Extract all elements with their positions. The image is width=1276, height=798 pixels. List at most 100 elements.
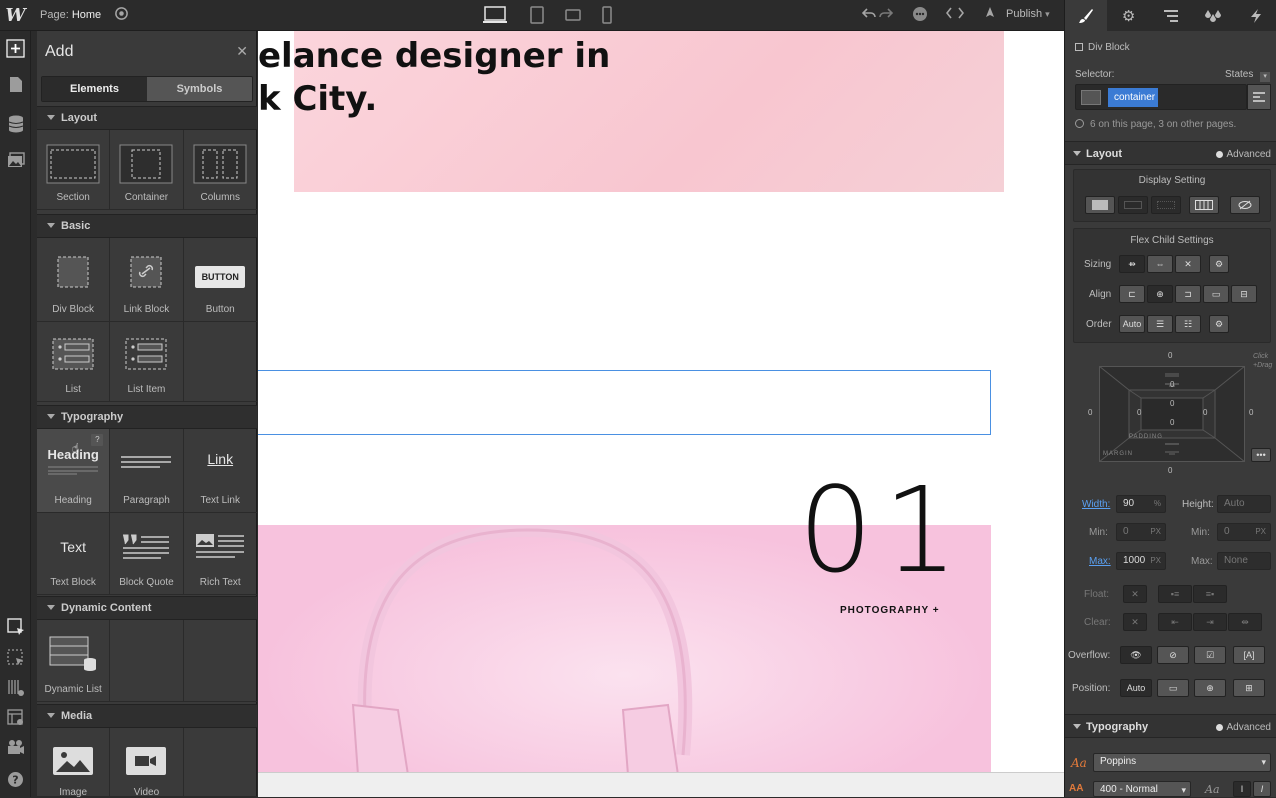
margin-right-value[interactable]: 0	[1249, 408, 1253, 417]
width-input[interactable]: 90%	[1116, 495, 1166, 513]
element-dynamic-list[interactable]: Dynamic List	[37, 620, 111, 702]
x-ray-outline-icon[interactable]	[6, 649, 25, 668]
width-label[interactable]: Width:	[1082, 499, 1110, 510]
states-dropdown[interactable]: States ▾	[1225, 69, 1271, 82]
preview-box-icon[interactable]	[6, 709, 25, 728]
mobile-landscape-icon[interactable]	[565, 9, 581, 24]
element-container[interactable]: Container	[110, 130, 184, 210]
element-list-item[interactable]: List Item	[110, 322, 184, 402]
max-width-input[interactable]: 1000 PX	[1116, 552, 1166, 570]
position-auto-button[interactable]: Auto	[1120, 679, 1152, 697]
position-fixed-icon[interactable]: ⊞	[1233, 679, 1265, 697]
video-tutorials-icon[interactable]	[6, 739, 25, 758]
align-stretch-button[interactable]: ▭	[1203, 285, 1229, 303]
navigator-icon[interactable]	[1150, 0, 1192, 31]
guides-icon[interactable]	[6, 679, 25, 698]
mobile-portrait-icon[interactable]	[602, 6, 612, 27]
element-list[interactable]: List	[37, 322, 111, 402]
design-canvas[interactable]: elance designer in k City. 01 PHOTOGRAPH…	[258, 31, 1064, 797]
margin-bottom-value[interactable]: 0	[1168, 466, 1172, 475]
element-section[interactable]: Section	[37, 130, 111, 210]
typography-section-header[interactable]: Typography Advanced	[1065, 714, 1276, 738]
height-input[interactable]: Auto	[1217, 495, 1271, 513]
padding-top-value[interactable]: 0	[1170, 380, 1174, 389]
padding-left-value[interactable]: 0	[1137, 408, 1141, 417]
max-height-input[interactable]: None	[1217, 552, 1271, 570]
sizing-grow-button[interactable]: ⇔	[1147, 255, 1173, 273]
sizing-none-button[interactable]: ✕	[1175, 255, 1201, 273]
element-link-block[interactable]: Link Block	[110, 238, 184, 322]
sizing-custom-gear-icon[interactable]: ⚙	[1209, 255, 1229, 273]
typography-advanced-toggle[interactable]: Advanced	[1215, 722, 1271, 733]
help-badge[interactable]: ?	[91, 434, 104, 446]
order-last-button[interactable]: ☷	[1175, 315, 1201, 333]
element-image[interactable]: Image	[37, 728, 111, 798]
photography-label[interactable]: PHOTOGRAPHY +	[840, 605, 940, 616]
style-manager-drops-icon[interactable]	[1192, 0, 1234, 31]
close-icon[interactable]: ✕	[236, 43, 248, 60]
tab-elements[interactable]: Elements	[42, 77, 147, 101]
font-weight-select[interactable]: 400 - Normal ▾	[1093, 781, 1191, 797]
font-italic-button[interactable]: I	[1253, 781, 1271, 797]
overflow-hidden-icon[interactable]: ⊘	[1157, 646, 1189, 664]
align-end-button[interactable]: ⊐	[1175, 285, 1201, 303]
sizing-shrink-button[interactable]: ⇻	[1119, 255, 1145, 273]
hero-heading[interactable]: elance designer in k City.	[258, 35, 610, 121]
webflow-logo[interactable]: W	[0, 0, 31, 31]
cms-database-icon[interactable]	[6, 115, 25, 134]
select-element-icon[interactable]	[6, 618, 25, 637]
clear-right-button[interactable]: ⇥	[1193, 613, 1227, 631]
selector-menu-icon[interactable]	[1247, 84, 1271, 110]
add-panel-icon[interactable]	[6, 39, 25, 58]
display-flex-button[interactable]	[1189, 196, 1219, 214]
element-text-link[interactable]: Link Text Link	[183, 429, 257, 513]
undo-icon[interactable]	[861, 6, 876, 25]
section-media-header[interactable]: Media	[37, 704, 257, 728]
section-basic-header[interactable]: Basic	[37, 214, 257, 238]
layout-section-header[interactable]: Layout Advanced	[1065, 141, 1276, 165]
tablet-view-icon[interactable]	[530, 6, 544, 27]
min-height-input[interactable]: 0 PX	[1217, 523, 1271, 541]
order-first-button[interactable]: ☰	[1147, 315, 1173, 333]
more-options-icon[interactable]: •••	[1251, 448, 1271, 462]
selected-container-outline[interactable]	[258, 370, 991, 435]
max-width-label[interactable]: Max:	[1089, 556, 1111, 567]
element-div-block[interactable]: Div Block	[37, 238, 111, 322]
assets-images-icon[interactable]	[6, 152, 25, 171]
clear-both-button[interactable]: ⇹	[1228, 613, 1262, 631]
selector-field[interactable]: container	[1075, 84, 1247, 110]
comments-icon[interactable]	[912, 6, 928, 27]
tab-symbols[interactable]: Symbols	[147, 77, 252, 101]
section-number[interactable]: 01	[798, 461, 968, 599]
float-right-button[interactable]: ≡▪	[1193, 585, 1227, 603]
align-start-button[interactable]: ⊏	[1119, 285, 1145, 303]
font-normal-button[interactable]: I	[1233, 781, 1251, 797]
interactions-bolt-icon[interactable]	[1235, 0, 1276, 31]
overflow-visible-eye-icon[interactable]: 👁	[1120, 646, 1152, 664]
selector-class-chip[interactable]: container	[1108, 88, 1158, 107]
code-icon[interactable]	[945, 6, 965, 25]
overflow-auto-icon[interactable]: [A]	[1233, 646, 1265, 664]
element-button[interactable]: BUTTON Button	[183, 238, 257, 322]
redo-icon[interactable]	[879, 6, 894, 25]
clear-none-button[interactable]: ✕	[1123, 613, 1147, 631]
position-absolute-icon[interactable]: ⊕	[1194, 679, 1226, 697]
element-columns[interactable]: Columns	[183, 130, 257, 210]
order-custom-gear-icon[interactable]: ⚙	[1209, 315, 1229, 333]
element-rich-text[interactable]: Rich Text	[183, 513, 257, 595]
align-center-button[interactable]: ⊕	[1147, 285, 1173, 303]
section-dynamic-header[interactable]: Dynamic Content	[37, 596, 257, 620]
position-relative-icon[interactable]: ▭	[1157, 679, 1189, 697]
margin-top-value[interactable]: 0	[1168, 351, 1172, 360]
min-width-input[interactable]: 0 PX	[1116, 523, 1166, 541]
pages-icon[interactable]	[6, 76, 25, 95]
align-baseline-button[interactable]: ⊟	[1231, 285, 1257, 303]
element-paragraph[interactable]: Paragraph	[110, 429, 184, 513]
clear-left-button[interactable]: ⇤	[1158, 613, 1192, 631]
layout-advanced-toggle[interactable]: Advanced	[1215, 149, 1271, 160]
section-typography-header[interactable]: Typography	[37, 405, 257, 429]
font-family-select[interactable]: Poppins ▾	[1093, 753, 1271, 772]
help-icon[interactable]: ?	[6, 771, 25, 790]
publish-button[interactable]: Publish ▾	[1006, 8, 1050, 20]
element-video[interactable]: Video	[110, 728, 184, 798]
